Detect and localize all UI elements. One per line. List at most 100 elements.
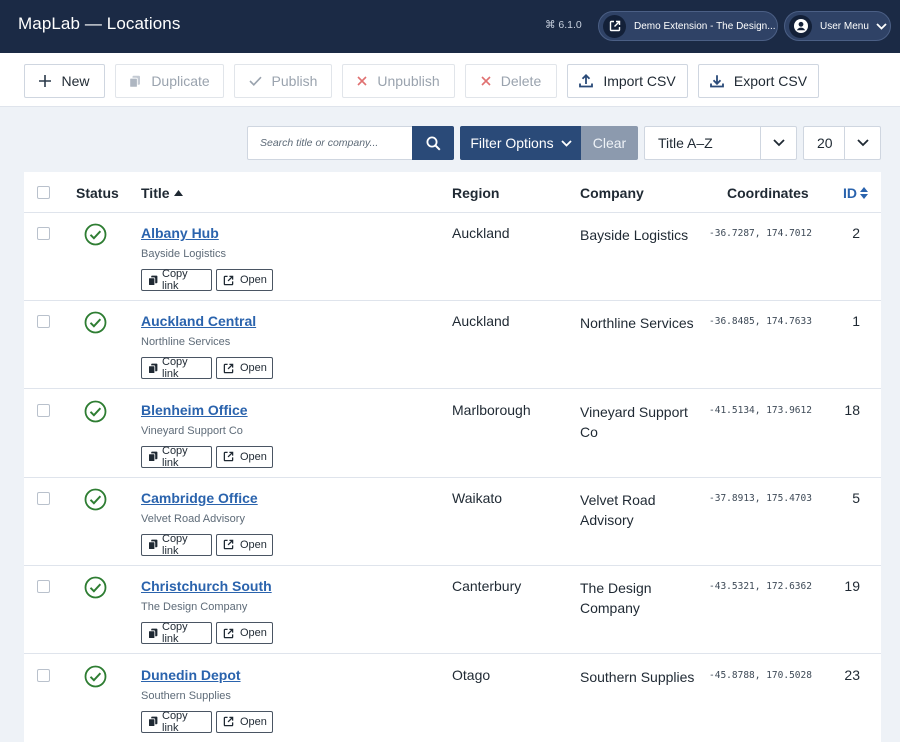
- new-button[interactable]: New: [24, 64, 105, 98]
- column-title[interactable]: Title: [141, 185, 183, 201]
- copy-icon: [148, 451, 158, 462]
- export-csv-label: Export CSV: [733, 73, 808, 89]
- open-button[interactable]: Open: [216, 710, 273, 733]
- row-title-link[interactable]: Auckland Central: [141, 313, 256, 329]
- row-coordinates: -45.8788, 170.5028: [709, 669, 812, 681]
- sort-select[interactable]: Title A–Z: [644, 126, 797, 160]
- publish-button[interactable]: Publish: [234, 64, 332, 98]
- published-check-icon[interactable]: [84, 311, 107, 339]
- import-csv-label: Import CSV: [603, 73, 676, 89]
- open-button[interactable]: Open: [216, 269, 273, 291]
- row-checkbox[interactable]: [37, 491, 50, 505]
- row-id: 5: [852, 489, 860, 506]
- export-csv-button[interactable]: Export CSV: [698, 64, 819, 98]
- external-link-icon: [223, 628, 234, 639]
- row-company: Bayside Logistics: [580, 227, 689, 243]
- copy-link-button[interactable]: Copy link: [141, 709, 212, 734]
- open-label: Open: [240, 450, 267, 463]
- published-check-icon[interactable]: [84, 223, 107, 251]
- copy-icon: [148, 628, 158, 639]
- download-icon: [710, 74, 724, 88]
- extension-button[interactable]: Demo Extension - The Design...: [598, 11, 778, 41]
- copy-link-label: Copy link: [162, 621, 188, 646]
- row-checkbox[interactable]: [37, 227, 50, 240]
- delete-label: Delete: [500, 73, 542, 89]
- column-id-label: ID: [843, 185, 857, 201]
- open-label: Open: [240, 627, 267, 640]
- row-company: Northline Services: [580, 315, 694, 332]
- import-csv-button[interactable]: Import CSV: [567, 64, 688, 98]
- column-status: Status: [76, 185, 119, 201]
- external-link-icon: [223, 716, 234, 727]
- published-check-icon[interactable]: [84, 665, 107, 693]
- row-subtitle: Vineyard Support Co: [141, 424, 243, 437]
- table-row: Cambridge Office Velvet Road Advisory Co…: [24, 478, 881, 566]
- row-coordinates: -41.5134, 173.9612: [709, 404, 812, 416]
- external-link-icon: [223, 539, 234, 550]
- external-link-icon: [603, 14, 626, 38]
- copy-link-button[interactable]: Copy link: [141, 445, 212, 469]
- delete-button[interactable]: Delete: [465, 64, 557, 98]
- column-title-label: Title: [141, 185, 170, 201]
- select-all-checkbox[interactable]: [37, 186, 50, 199]
- x-icon: [357, 76, 367, 86]
- search-input[interactable]: [247, 126, 413, 160]
- plus-icon: [39, 75, 52, 87]
- row-id: 19: [844, 578, 860, 595]
- external-link-icon: [223, 451, 234, 462]
- row-checkbox[interactable]: [37, 580, 50, 594]
- row-title-link[interactable]: Christchurch South: [141, 578, 272, 594]
- table-header: Status Title Region Company Coordinates …: [24, 172, 881, 213]
- copy-link-button[interactable]: Copy link: [141, 356, 212, 381]
- row-checkbox[interactable]: [37, 315, 50, 329]
- row-checkbox[interactable]: [37, 668, 50, 682]
- row-subtitle: Velvet Road Advisory: [141, 512, 245, 525]
- locations-table: Status Title Region Company Coordinates …: [24, 172, 881, 742]
- chevron-down-icon: [876, 22, 887, 30]
- copy-link-label: Copy link: [162, 268, 188, 292]
- user-menu-button[interactable]: User Menu: [784, 11, 891, 41]
- row-region: Waikato: [452, 489, 503, 506]
- published-check-icon[interactable]: [84, 576, 107, 604]
- unpublish-button[interactable]: Unpublish: [342, 64, 455, 98]
- copy-link-button[interactable]: Copy link: [141, 621, 212, 646]
- copy-link-label: Copy link: [162, 709, 188, 734]
- copy-link-button[interactable]: Copy link: [141, 533, 212, 557]
- row-title-link[interactable]: Blenheim Office: [141, 402, 248, 418]
- sort-value: Title A–Z: [658, 135, 713, 151]
- chevron-down-icon: [760, 127, 796, 159]
- row-id: 1: [852, 313, 860, 330]
- chevron-down-icon: [560, 139, 572, 147]
- app-title: MapLab — Locations: [18, 14, 181, 33]
- published-check-icon[interactable]: [84, 400, 107, 428]
- copy-link-button[interactable]: Copy link: [141, 268, 212, 292]
- copy-icon: [129, 75, 141, 88]
- clear-button[interactable]: Clear: [581, 126, 638, 160]
- row-region: Auckland: [452, 313, 510, 330]
- check-icon: [248, 76, 262, 86]
- clear-label: Clear: [592, 135, 627, 151]
- open-button[interactable]: Open: [216, 357, 273, 380]
- open-button[interactable]: Open: [216, 622, 273, 645]
- row-title-link[interactable]: Dunedin Depot: [141, 667, 241, 683]
- open-button[interactable]: Open: [216, 445, 273, 468]
- row-company: The Design Company: [580, 580, 652, 617]
- filter-options-button[interactable]: Filter Options: [460, 126, 582, 160]
- limit-select[interactable]: 20: [803, 126, 881, 160]
- column-id[interactable]: ID: [843, 185, 868, 201]
- row-region: Otago: [452, 666, 491, 683]
- search-button[interactable]: [412, 126, 454, 160]
- new-label: New: [61, 73, 90, 89]
- published-check-icon[interactable]: [84, 488, 107, 516]
- row-checkbox[interactable]: [37, 403, 50, 417]
- row-title-link[interactable]: Cambridge Office: [141, 490, 258, 506]
- copy-link-label: Copy link: [162, 356, 188, 381]
- open-button[interactable]: Open: [216, 533, 273, 556]
- external-link-icon: [223, 275, 234, 286]
- search-icon: [426, 136, 441, 151]
- copy-icon: [148, 716, 158, 727]
- table-row: Auckland Central Northline Services Copy…: [24, 301, 881, 390]
- row-title-link[interactable]: Albany Hub: [141, 225, 219, 241]
- copy-icon: [148, 363, 158, 374]
- duplicate-button[interactable]: Duplicate: [115, 64, 224, 98]
